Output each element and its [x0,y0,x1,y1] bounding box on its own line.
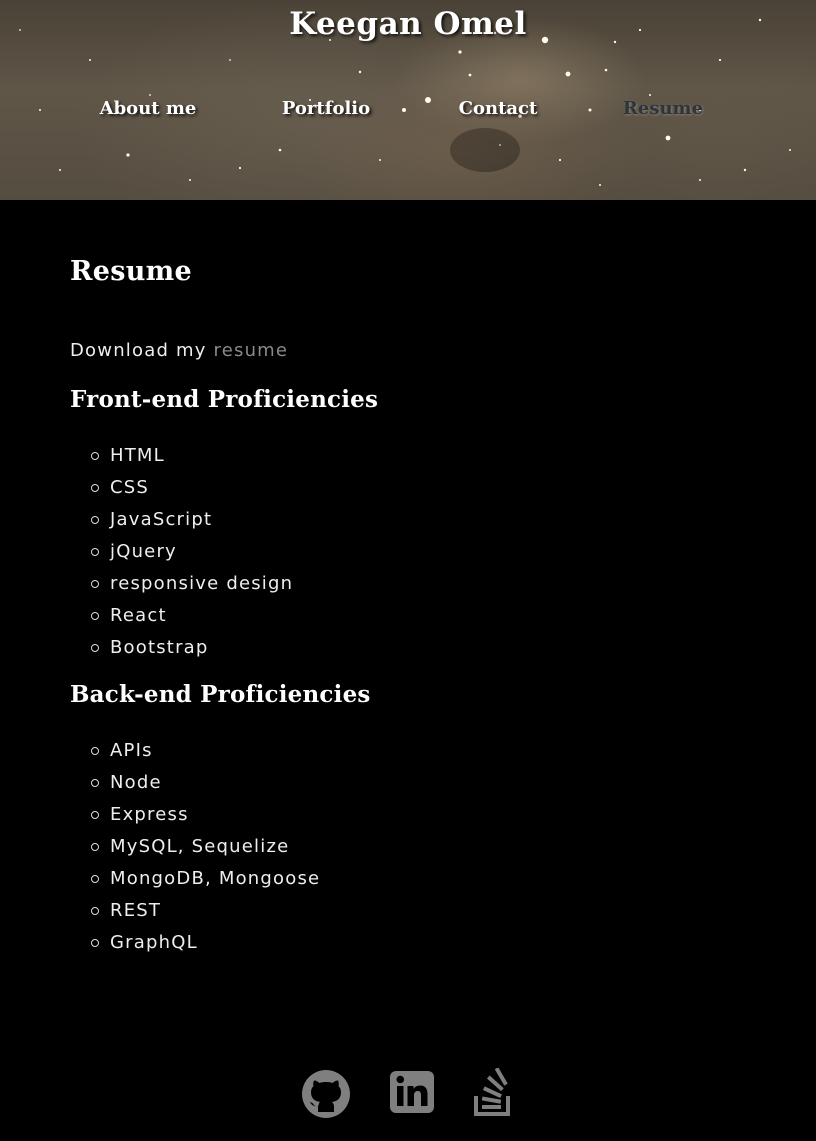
skill-label: Bootstrap [110,637,209,658]
download-prefix: Download my [70,340,207,361]
download-line: Download my resume [70,340,288,361]
bullet-icon [91,644,99,652]
skill-label: JavaScript [110,509,213,530]
stack-overflow-icon[interactable] [473,1067,513,1122]
nav-resume[interactable]: Resume [623,98,703,119]
skill-label: MySQL, Sequelize [110,836,290,857]
list-item: responsive design [70,568,293,600]
bullet-icon [91,907,99,915]
list-item: CSS [70,472,293,504]
list-item: MySQL, Sequelize [70,831,320,863]
skill-label: REST [110,900,162,921]
skill-label: HTML [110,445,165,466]
bullet-icon [91,548,99,556]
list-item: Express [70,799,320,831]
bullet-icon [91,580,99,588]
bullet-icon [91,747,99,755]
bullet-icon [91,516,99,524]
bullet-icon [91,452,99,460]
skill-label: React [110,605,167,626]
nav-about-me[interactable]: About me [100,98,197,119]
frontend-list: HTML CSS JavaScript jQuery responsive de… [70,440,293,664]
bullet-icon [91,875,99,883]
skill-label: CSS [110,477,150,498]
list-item: JavaScript [70,504,293,536]
skill-label: MongoDB, Mongoose [110,868,321,889]
skill-label: jQuery [110,541,177,562]
bullet-icon [91,779,99,787]
bullet-icon [91,939,99,947]
resume-download-link[interactable]: resume [214,340,289,361]
linkedin-icon[interactable] [390,1068,434,1118]
list-item: GraphQL [70,927,320,959]
site-title: Keegan Omel [289,6,527,42]
backend-list: APIs Node Express MySQL, Sequelize Mongo… [70,735,320,959]
bullet-icon [91,843,99,851]
hero-header: Keegan Omel About me Portfolio Contact R… [0,0,816,200]
list-item: APIs [70,735,320,767]
list-item: Node [70,767,320,799]
skill-label: responsive design [110,573,294,594]
nav-portfolio[interactable]: Portfolio [282,98,370,119]
skill-label: Express [110,804,189,825]
skill-label: Node [110,772,162,793]
skill-label: GraphQL [110,932,198,953]
list-item: Bootstrap [70,632,293,664]
social-footer [0,1067,816,1124]
github-icon[interactable] [301,1068,351,1124]
list-item: HTML [70,440,293,472]
frontend-heading: Front-end Proficiencies [70,386,379,413]
skill-label: APIs [110,740,153,761]
bullet-icon [91,484,99,492]
bullet-icon [91,811,99,819]
main-nav: About me Portfolio Contact Resume [0,98,816,128]
list-item: jQuery [70,536,293,568]
list-item: React [70,600,293,632]
list-item: REST [70,895,320,927]
backend-heading: Back-end Proficiencies [70,681,371,708]
list-item: MongoDB, Mongoose [70,863,320,895]
nav-contact[interactable]: Contact [459,98,538,119]
page-title: Resume [70,256,192,287]
bullet-icon [91,612,99,620]
